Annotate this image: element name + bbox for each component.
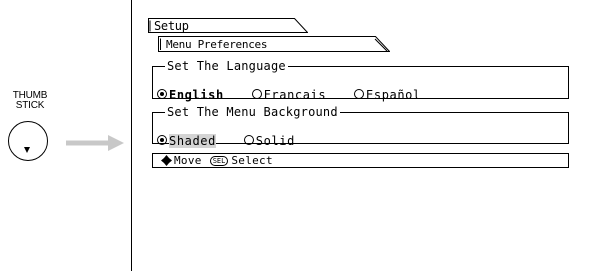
radio-selected-icon (157, 135, 167, 145)
background-option-label: Shaded (169, 134, 216, 148)
status-bar: Move SEL Select (152, 153, 569, 168)
language-option-espanol[interactable]: Español (354, 88, 421, 102)
setup-tab-label: Setup (154, 19, 189, 33)
background-group: Set The Menu Background Shaded Solid (152, 105, 569, 148)
language-option-francais[interactable]: Francais (251, 88, 327, 102)
thumb-stick-icon (8, 121, 48, 161)
language-option-label: English (169, 88, 224, 102)
setup-tab[interactable]: Setup (148, 18, 308, 33)
background-option-solid[interactable]: Solid (243, 134, 295, 148)
thumb-label-line2: STICK (15, 100, 45, 111)
radio-selected-icon (157, 89, 167, 99)
dpad-icon (161, 155, 172, 166)
radio-empty-icon (243, 135, 254, 145)
menu-preferences-label: Menu Preferences (166, 38, 268, 51)
language-options: English Francais Español (157, 88, 441, 102)
language-option-label: Francais (263, 88, 327, 102)
language-option-label: Español (366, 88, 421, 102)
language-group: Set The Language English Francais Españo… (152, 59, 569, 102)
down-triangle-icon (24, 147, 30, 153)
tv-screen: Setup Menu Preferences Set The Language … (131, 0, 596, 271)
right-arrow-icon (66, 135, 124, 151)
radio-empty-icon (354, 89, 365, 99)
thumb-stick-label: THUMB STICK (0, 91, 60, 111)
move-label: Move (174, 154, 202, 167)
radio-empty-icon (251, 89, 262, 99)
menu-preferences-tab[interactable]: Menu Preferences (158, 36, 390, 52)
background-options: Shaded Solid (157, 134, 315, 148)
language-legend: Set The Language (167, 59, 286, 73)
select-label: Select (231, 154, 273, 167)
sel-button-icon: SEL (209, 156, 229, 166)
background-option-label: Solid (255, 134, 295, 148)
language-option-english[interactable]: English (157, 88, 224, 102)
background-option-shaded[interactable]: Shaded (157, 134, 216, 148)
background-legend: Set The Menu Background (167, 105, 338, 119)
